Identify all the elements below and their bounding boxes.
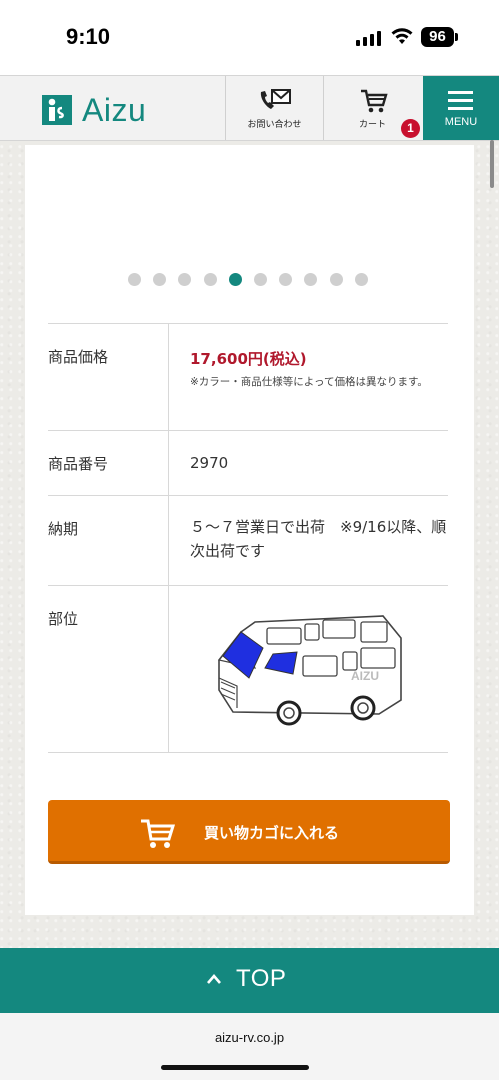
url-text: aizu-rv.co.jp — [214, 1030, 285, 1045]
carousel-dot[interactable] — [128, 273, 141, 286]
add-to-cart-label: 買い物カゴに入れる — [204, 824, 340, 842]
hamburger-icon — [448, 91, 473, 115]
battery-tip — [455, 33, 458, 41]
spec-row-delivery: 納期 ５～７営業日で出荷 ※9/16以降、順次出荷です — [48, 495, 448, 585]
menu-button[interactable]: MENU — [423, 76, 499, 140]
logo-mark-icon — [42, 95, 72, 125]
van-logo-text: AIZU — [351, 669, 379, 683]
part-label: 部位 — [48, 610, 79, 628]
wifi-icon — [391, 28, 413, 44]
carousel-dot[interactable] — [203, 273, 217, 286]
number-label: 商品番号 — [48, 455, 109, 473]
add-to-cart-button[interactable]: 買い物カゴに入れる — [48, 800, 450, 864]
van-part-diagram: AIZU — [217, 615, 402, 726]
carousel-dot[interactable] — [304, 273, 318, 286]
contact-button[interactable]: お問い合わせ — [225, 76, 323, 140]
carousel-dots — [128, 273, 380, 287]
carousel-dot[interactable] — [354, 273, 368, 286]
carousel-dot[interactable] — [228, 273, 242, 286]
carousel-dot[interactable] — [178, 273, 192, 286]
spec-row-number: 商品番号 2970 — [48, 430, 448, 495]
back-to-top-button[interactable]: TOP — [0, 948, 499, 1013]
spec-row-price: 商品価格 17,600円(税込) ※カラー・商品仕様等によって価格は異なります。 — [48, 323, 448, 430]
carousel-dot[interactable] — [279, 273, 293, 286]
status-bar: 9:10 96 — [0, 0, 499, 75]
top-label: TOP — [236, 965, 287, 992]
menu-label: MENU — [444, 116, 478, 128]
cart-icon — [141, 819, 175, 848]
phone-mail-icon — [260, 89, 291, 109]
browser-address-bar[interactable]: aizu-rv.co.jp — [0, 1013, 499, 1080]
scrollbar[interactable] — [490, 140, 494, 188]
site-logo[interactable]: Aizu — [42, 91, 147, 128]
delivery-label: 納期 — [48, 520, 79, 538]
carousel-dot[interactable] — [153, 273, 167, 286]
price-value: 17,600円(税込) — [190, 350, 307, 368]
cart-count-badge: 1 — [401, 119, 420, 138]
carousel-dot[interactable] — [329, 273, 343, 286]
home-indicator — [161, 1065, 309, 1070]
logo-text: Aizu — [82, 91, 147, 128]
delivery-value: ５～７営業日で出荷 ※9/16以降、順次出荷です — [190, 518, 447, 560]
price-label: 商品価格 — [48, 348, 109, 366]
battery-indicator: 96 — [421, 27, 454, 47]
cellular-signal-icon — [356, 31, 381, 46]
contact-label: お問い合わせ — [247, 120, 302, 130]
number-value: 2970 — [190, 454, 229, 472]
chevron-up-icon — [207, 974, 221, 984]
price-note: ※カラー・商品仕様等によって価格は異なります。 — [190, 376, 428, 388]
carousel-dot[interactable] — [253, 273, 267, 286]
site-header: Aizu お問い合わせ カート MENU — [0, 75, 499, 141]
status-time: 9:10 — [66, 24, 111, 49]
cart-icon — [361, 89, 388, 113]
